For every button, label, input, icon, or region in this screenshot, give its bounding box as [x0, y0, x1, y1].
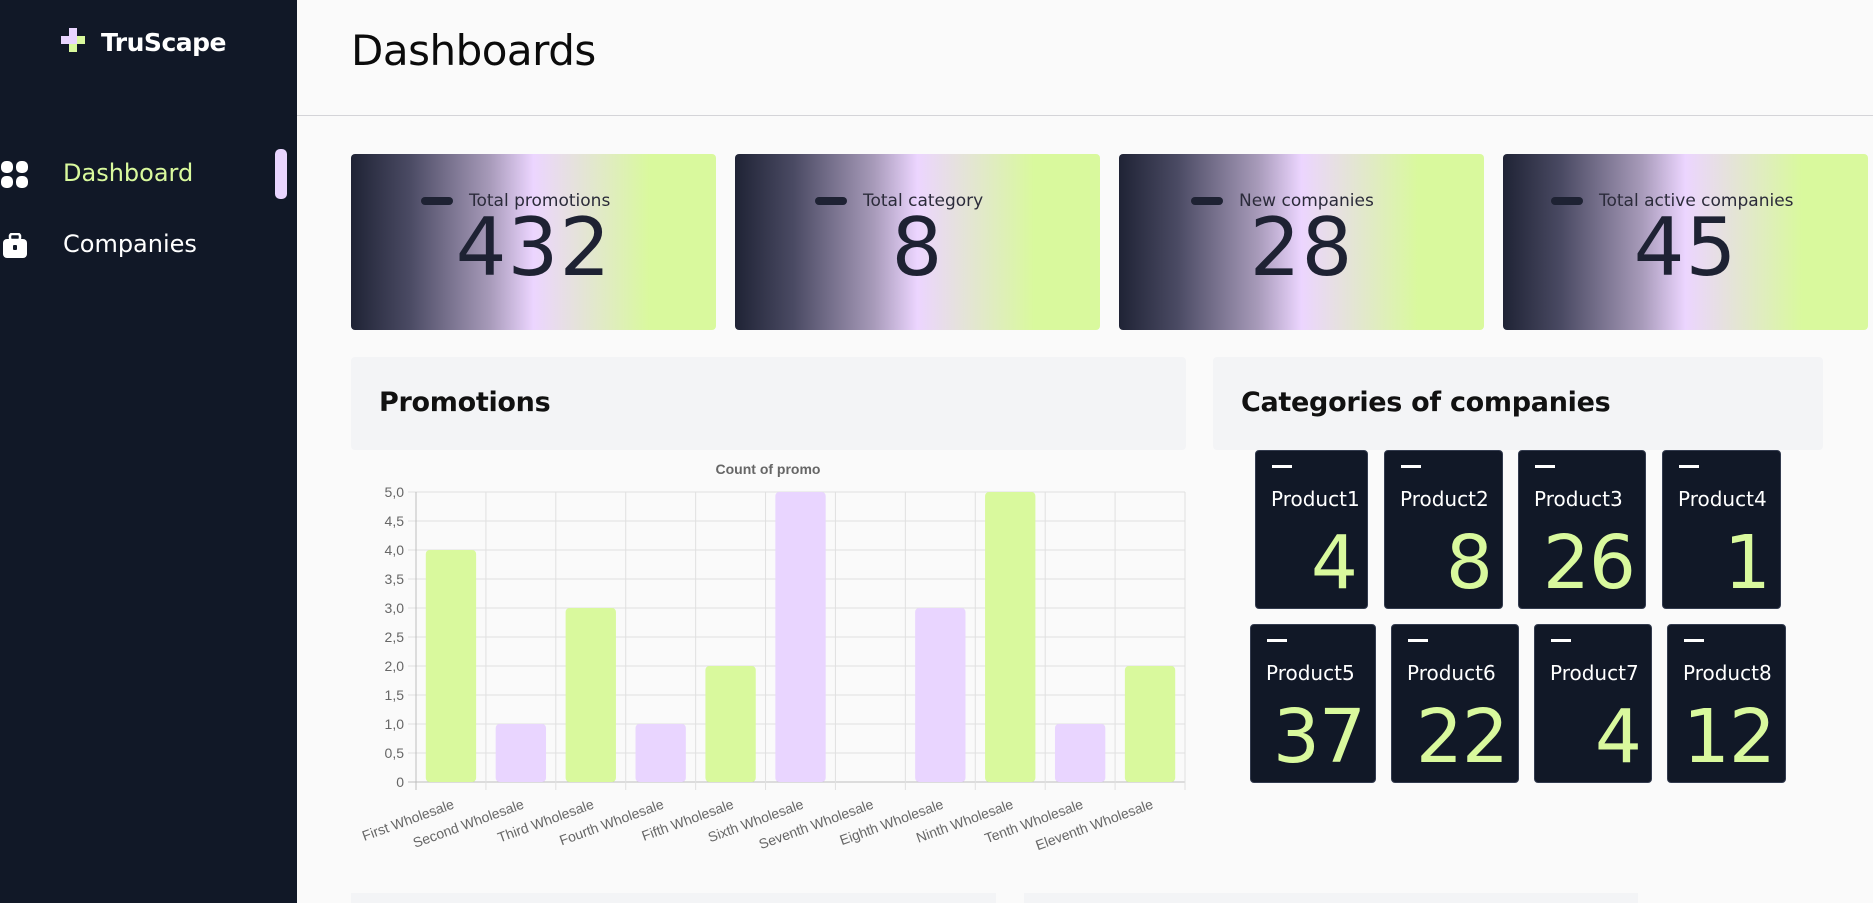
- y-tick-label: 4,0: [385, 542, 405, 558]
- chart-title: Count of promo: [716, 461, 821, 477]
- sidebar-item-label: Dashboard: [63, 159, 194, 187]
- category-value: 37: [1272, 694, 1366, 780]
- dash-icon: [1684, 639, 1704, 642]
- y-tick-label: 1,5: [385, 687, 405, 703]
- bar[interactable]: [1124, 666, 1176, 782]
- category-value: 4: [1310, 520, 1358, 606]
- dash-icon: [1401, 465, 1421, 468]
- category-value: 8: [1445, 520, 1493, 606]
- app-logo[interactable]: TruScape: [59, 26, 226, 58]
- category-tile[interactable]: Product8 12: [1667, 624, 1786, 783]
- y-tick-label: 2,0: [385, 658, 405, 674]
- category-tile[interactable]: Product5 37: [1250, 624, 1376, 783]
- bar[interactable]: [635, 724, 686, 782]
- stat-value: 8: [891, 201, 944, 294]
- grid-icon: [0, 160, 30, 190]
- dash-icon: [1535, 465, 1555, 468]
- dash-icon: [1272, 465, 1292, 468]
- y-tick-label: 3,5: [385, 571, 405, 587]
- y-tick-label: 0,5: [385, 745, 405, 761]
- category-tile[interactable]: Product2 8: [1384, 450, 1503, 609]
- x-tick-label: Eleventh Wholesale: [1033, 796, 1155, 853]
- y-tick-label: 4,5: [385, 513, 405, 529]
- dash-icon: [1551, 639, 1571, 642]
- bar[interactable]: [705, 666, 756, 782]
- category-tile[interactable]: Product7 4: [1534, 624, 1652, 783]
- category-value: 1: [1723, 520, 1771, 606]
- category-name: Product2: [1400, 487, 1489, 511]
- category-name: Product5: [1266, 661, 1355, 685]
- page-title: Dashboards: [351, 26, 596, 75]
- y-tick-label: 2,5: [385, 629, 405, 645]
- y-tick-label: 0: [396, 774, 404, 790]
- stat-card-total-active-companies: Total active companies 45: [1503, 154, 1868, 330]
- bar[interactable]: [775, 492, 826, 782]
- bottom-panel-edge: [351, 893, 996, 903]
- dash-icon: [1408, 639, 1428, 642]
- stat-card-total-promotions: Total promotions 432: [351, 154, 716, 330]
- dash-icon: [1267, 639, 1287, 642]
- sidebar: TruScape Dashboard Companies: [0, 0, 297, 903]
- category-value: 26: [1542, 520, 1636, 606]
- category-name: Product3: [1534, 487, 1623, 511]
- bar[interactable]: [565, 608, 616, 782]
- promotions-panel-header: Promotions: [351, 357, 1186, 450]
- sidebar-item-dashboard[interactable]: Dashboard: [0, 159, 193, 190]
- category-name: Product1: [1271, 487, 1360, 511]
- bar[interactable]: [985, 492, 1036, 782]
- y-tick-label: 5,0: [385, 484, 405, 500]
- dash-icon: [1679, 465, 1699, 468]
- category-value: 4: [1594, 694, 1642, 780]
- y-tick-label: 1,0: [385, 716, 405, 732]
- bar[interactable]: [495, 724, 547, 782]
- active-indicator: [275, 149, 287, 199]
- sidebar-item-label: Companies: [63, 230, 197, 258]
- logo-icon: [61, 28, 85, 52]
- sidebar-item-companies[interactable]: Companies: [0, 230, 197, 261]
- category-value: 22: [1415, 694, 1509, 780]
- category-value: 12: [1682, 694, 1776, 780]
- bar[interactable]: [425, 550, 477, 782]
- category-name: Product7: [1550, 661, 1639, 685]
- category-tile[interactable]: Product1 4: [1255, 450, 1368, 609]
- stat-value: 28: [1249, 201, 1354, 294]
- panel-title: Categories of companies: [1241, 387, 1611, 418]
- promotions-chart: Count of promo 0 0,5 1,0 1,5 2,0 2,5 3,0 3,5 4,0…: [360, 461, 1186, 853]
- panel-title: Promotions: [379, 387, 551, 418]
- stat-card-new-companies: New companies 28: [1119, 154, 1484, 330]
- category-tile[interactable]: Product3 26: [1518, 450, 1646, 609]
- category-tile[interactable]: Product6 22: [1391, 624, 1519, 783]
- app-name: TruScape: [101, 27, 226, 57]
- bottom-panel-edge: [1024, 893, 1638, 903]
- category-name: Product6: [1407, 661, 1496, 685]
- category-tile[interactable]: Product4 1: [1662, 450, 1781, 609]
- briefcase-icon: [0, 231, 30, 261]
- stat-value: 45: [1633, 201, 1738, 294]
- bar[interactable]: [1054, 724, 1106, 782]
- category-name: Product8: [1683, 661, 1772, 685]
- categories-panel-header: Categories of companies: [1213, 357, 1823, 450]
- stat-value: 432: [455, 201, 612, 294]
- bar[interactable]: [915, 608, 966, 782]
- category-name: Product4: [1678, 487, 1767, 511]
- y-tick-label: 3,0: [385, 600, 405, 616]
- stat-card-total-category: Total category 8: [735, 154, 1100, 330]
- page-header: Dashboards: [297, 0, 1873, 116]
